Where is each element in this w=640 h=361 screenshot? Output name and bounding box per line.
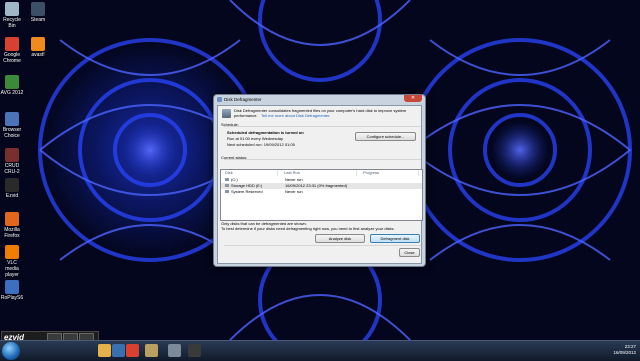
desktop-icon-avast[interactable]: avast! <box>26 37 50 58</box>
recycle-bin-icon <box>5 2 19 16</box>
tray-date: 16/09/2012 <box>613 350 636 355</box>
steam-icon <box>31 2 45 16</box>
vlc-media-player-icon <box>5 245 19 259</box>
start-button[interactable] <box>2 342 20 360</box>
drive-icon <box>225 178 229 181</box>
desktop-icon-mozilla-firefox[interactable]: Mozilla Firefox <box>0 212 24 239</box>
avg-2012-icon <box>5 75 19 89</box>
desktop-icon-steam[interactable]: Steam <box>26 2 50 23</box>
footnote-analyze: To best determine if your disks need def… <box>221 226 395 231</box>
configure-schedule-button[interactable]: Configure schedule... <box>355 132 416 141</box>
column-header-disk[interactable]: Disk <box>225 170 278 176</box>
column-header-progress[interactable]: Progress <box>363 170 419 176</box>
explorer-taskbar-icon[interactable] <box>98 344 111 357</box>
disk-row[interactable]: System Reserved Never run <box>221 189 422 195</box>
mozilla-firefox-icon <box>5 212 19 226</box>
disk-defragmenter-window: Disk Defragmenter ✕ Disk Defragmenter co… <box>213 94 426 267</box>
divider <box>224 126 421 127</box>
close-button[interactable]: Close <box>399 248 420 257</box>
disk-name: System Reserved <box>231 189 263 194</box>
roblox-icon <box>5 280 19 294</box>
desktop-icon-label: Mozilla Firefox <box>4 227 20 239</box>
schedule-run-at: Run at 01:00 every Wednesday <box>227 136 283 141</box>
window-close-button[interactable]: ✕ <box>404 95 422 102</box>
defrag-app-icon <box>217 97 222 102</box>
chrome-taskbar-icon[interactable] <box>126 344 139 357</box>
game-taskbar-icon[interactable] <box>145 344 158 357</box>
learn-more-link[interactable]: Tell me more about Disk Defragmenter. <box>261 113 330 118</box>
desktop-icon-label: RoPlayS6 <box>0 295 24 301</box>
desktop-icon-label: Browser Choice <box>2 127 22 139</box>
desktop-icon-label: Steam <box>30 17 46 23</box>
desktop-icon-label: AVG 2012 <box>0 90 24 96</box>
desktop-icon-browser-choice[interactable]: Browser Choice <box>0 112 24 139</box>
desktop-icon-ezvid[interactable]: Ezvid <box>0 178 24 199</box>
drive-icon <box>225 184 229 187</box>
ezvid-taskbar-icon[interactable] <box>188 344 201 357</box>
desktop-icon-label: CRUD CRU-2 <box>4 163 20 175</box>
ezvid-icon <box>5 178 19 192</box>
drive-icon <box>225 190 229 193</box>
desktop-icon-google-chrome[interactable]: Google Chrome <box>0 37 24 64</box>
crud-cru-2-icon <box>5 148 19 162</box>
schedule-status: Scheduled defragmentation is turned on <box>227 130 304 135</box>
defrag-taskbar-icon[interactable] <box>168 344 181 357</box>
title-bar[interactable]: Disk Defragmenter ✕ <box>214 95 425 105</box>
window-title: Disk Defragmenter <box>224 97 262 102</box>
desktop-icon-crud-cru-2[interactable]: CRUD CRU-2 <box>0 148 24 175</box>
desktop-icon-recycle-bin[interactable]: Recycle Bin <box>0 2 24 29</box>
analyze-disk-button[interactable]: Analyze disk <box>315 234 365 243</box>
desktop-icon-roblox[interactable]: RoPlayS6 <box>0 280 24 301</box>
system-tray-clock[interactable]: 23:27 16/09/2012 <box>613 344 636 356</box>
desktop-icon-label: Google Chrome <box>3 52 21 64</box>
disk-last-run: Never run <box>285 189 303 194</box>
google-chrome-icon <box>5 37 19 51</box>
desktop-icon-label: Recycle Bin <box>3 17 21 29</box>
divider <box>224 245 421 246</box>
desktop-icon-avg-2012[interactable]: AVG 2012 <box>0 75 24 96</box>
disk-list[interactable]: Disk Last Run Progress (C:) Never run Stor… <box>220 169 423 221</box>
desktop-icon-vlc-media-player[interactable]: VLC media player <box>0 245 24 278</box>
next-scheduled-run: Next scheduled run: 19/09/2012 01:05 <box>227 142 295 147</box>
desktop-icon-label: avast! <box>31 52 45 58</box>
desktop-icon-label: VLC media player <box>5 260 19 278</box>
avast-icon <box>31 37 45 51</box>
desktop-icon-label: Ezvid <box>5 193 19 199</box>
taskbar: 23:27 16/09/2012 <box>0 340 640 361</box>
defrag-icon <box>222 109 231 118</box>
defragment-disk-button[interactable]: Defragment disk <box>370 234 420 243</box>
intro-text-2: performance. <box>234 113 258 118</box>
divider <box>224 159 421 160</box>
browser-choice-icon <box>5 112 19 126</box>
media-player-taskbar-icon[interactable] <box>112 344 125 357</box>
column-header-last-run[interactable]: Last Run <box>284 170 357 176</box>
